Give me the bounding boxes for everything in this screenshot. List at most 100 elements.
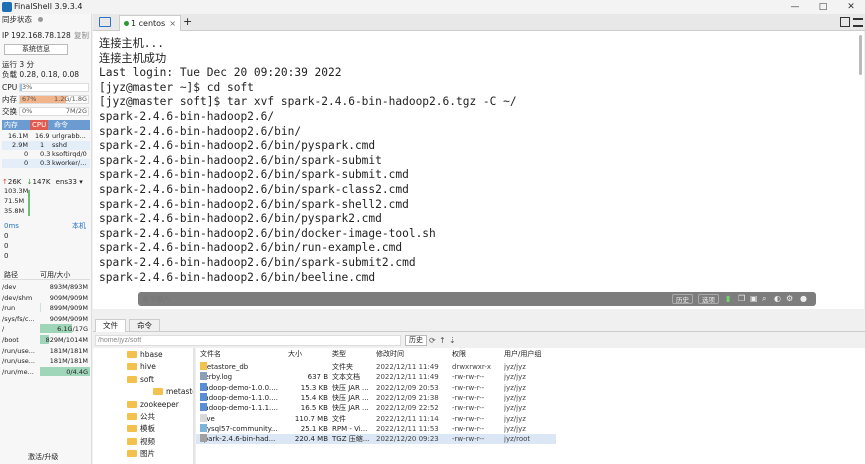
maximize-button[interactable]: □ — [809, 0, 837, 14]
command-input[interactable] — [142, 293, 662, 305]
tree-node[interactable]: metastor — [153, 386, 193, 397]
process-row[interactable]: 16.1M 16.9 urlgrabb... — [2, 132, 90, 141]
col-filename[interactable]: 文件名 — [200, 350, 221, 359]
file-row[interactable]: mysql57-community... 25.1 KB RPM - Vi... 20… — [196, 423, 556, 434]
send-icon[interactable]: ▮ — [726, 295, 734, 303]
file-row[interactable]: hive 110.7 MB 文件 2022/12/11 11:14 -rw-rw-r--… — [196, 413, 556, 424]
folder-icon — [127, 413, 137, 420]
copy-icon[interactable]: ❐ — [738, 295, 746, 303]
connected-status-icon — [124, 21, 129, 26]
zoom-icon[interactable]: ◐ — [774, 295, 782, 303]
terminal-line: spark-2.4.6-bin-hadoop2.6/bin/pyspark2.c… — [99, 212, 382, 226]
file-mtime: 2022/12/09 22:52 — [376, 404, 439, 413]
folder-icon[interactable] — [99, 17, 111, 27]
tree-node[interactable]: 图片 — [127, 448, 155, 459]
file-type: 快压 JAR ... — [332, 393, 369, 402]
terminal-lines: 连接主机... 连接主机成功 Last login: Tue Dec 20 09:2… — [99, 37, 517, 285]
file-owner: jyz/jyz — [504, 373, 526, 382]
folder-icon — [127, 437, 137, 445]
col-type[interactable]: 类型 — [332, 350, 346, 359]
terminal-line: spark-2.4.6-bin-hadoop2.6/bin/spark-shel… — [99, 197, 409, 211]
tab-centos[interactable]: 1 centos × — [119, 15, 181, 31]
proc-col-cpu[interactable]: CPU — [30, 120, 49, 130]
file-row[interactable]: spark-2.4.6-bin-had... 220.4 MB TGZ 压缩... 2… — [196, 434, 556, 445]
search-icon[interactable]: ⌕ — [762, 295, 770, 303]
paste-icon[interactable]: ▣ — [750, 295, 758, 303]
up-arrow-icon[interactable]: ↑ — [439, 335, 446, 346]
tree-node[interactable]: soft — [127, 374, 154, 385]
process-row[interactable]: 2.9M 1 sshd — [2, 141, 90, 150]
activate-upgrade-link[interactable]: 激活/升级 — [28, 452, 58, 462]
command-history-button[interactable]: 历史 — [672, 294, 693, 304]
add-tab-button[interactable]: + — [183, 15, 192, 29]
tab-files[interactable]: 文件 — [95, 319, 126, 332]
path-history-button[interactable]: 历史 — [405, 335, 427, 346]
col-owner[interactable]: 用户/用户组 — [504, 350, 541, 359]
disk-row[interactable]: /dev/shm 909M/909M — [2, 292, 90, 303]
col-mtime[interactable]: 修改时间 — [376, 350, 404, 359]
tree-node[interactable]: zookeeper — [127, 399, 179, 410]
file-row[interactable]: hadoop-demo-1.0.0.... 15.3 KB 快压 JAR ... 20… — [196, 382, 556, 393]
file-row[interactable]: derby.log 637 B 文本文档 2022/12/11 11:49 -rw-rw… — [196, 372, 556, 382]
file-row[interactable]: metastore_db 文件夹 2022/12/11 11:49 drwxrwxr-… — [196, 362, 556, 372]
file-owner: jyz/jyz — [504, 414, 526, 423]
disk-row[interactable]: / 6.1G/17G — [2, 324, 90, 334]
path-input[interactable] — [95, 335, 401, 346]
tree-node[interactable]: 模板 — [127, 423, 155, 434]
disk-row[interactable]: /run/use... 181M/181M — [2, 345, 90, 356]
col-permission[interactable]: 权限 — [452, 350, 466, 359]
col-size[interactable]: 大小 — [288, 350, 302, 359]
process-row[interactable]: 0 0.3 kworker/... — [2, 159, 90, 168]
file-file-icon — [200, 413, 207, 422]
tab-commands[interactable]: 命令 — [129, 319, 160, 332]
tree-node-label: metastor — [166, 387, 193, 397]
file-perm: -rw-rw-r-- — [452, 424, 485, 433]
ping-host-select[interactable]: 本机 — [72, 221, 86, 231]
disk-row[interactable]: /run/use... 181M/181M — [2, 356, 90, 366]
command-options-button[interactable]: 选项 — [698, 294, 719, 304]
proc-col-cmd[interactable]: 命令 — [52, 120, 70, 130]
system-info-button[interactable]: 系统信息 — [4, 44, 68, 55]
minimize-button[interactable]: — — [781, 0, 809, 14]
terminal-line: spark-2.4.6-bin-hadoop2.6/bin/run-exampl… — [99, 241, 403, 255]
close-tab-icon[interactable]: × — [169, 16, 176, 31]
proc-col-mem[interactable]: 内存 — [2, 120, 20, 130]
tree-node[interactable]: hive — [127, 361, 156, 372]
file-panel-tabs: 文件 命令 — [93, 318, 865, 332]
refresh-icon[interactable]: ⟳ — [429, 335, 436, 346]
disk-row[interactable]: /dev 893M/893M — [2, 282, 90, 292]
download-icon[interactable]: ⇣ — [449, 335, 456, 346]
disk-col-size[interactable]: 可用/大小 — [40, 270, 70, 280]
disk-row[interactable]: /run/me... 0/4.4G — [2, 366, 90, 377]
network-interface-select[interactable]: ens33 — [56, 178, 77, 186]
mem-label: 内存 — [2, 95, 17, 104]
folder-icon — [127, 375, 137, 383]
tree-node[interactable]: hbase — [127, 349, 163, 360]
tree-node[interactable]: 公共 — [127, 411, 155, 422]
more-icon[interactable]: ● — [800, 295, 808, 303]
tree-node-label: 模板 — [140, 424, 155, 434]
file-row[interactable]: hadoop-demo-1.1.1.... 16.5 KB 快压 JAR ... 20… — [196, 403, 556, 413]
grid-view-icon[interactable] — [840, 17, 850, 27]
tree-node[interactable]: 视频 — [127, 436, 155, 447]
disk-path: /run/use... — [2, 357, 35, 366]
list-view-icon[interactable] — [853, 18, 863, 27]
disk-col-path[interactable]: 路径 — [4, 270, 18, 280]
gear-icon[interactable]: ⚙ — [786, 295, 794, 303]
file-perm: -rw-rw-r-- — [452, 404, 485, 413]
panel-divider[interactable] — [193, 348, 195, 464]
folder-icon — [127, 351, 137, 358]
terminal-scrollbar[interactable] — [859, 35, 862, 75]
disk-row[interactable]: /sys/fs/c... 909M/909M — [2, 313, 90, 324]
terminal-line: spark-2.4.6-bin-hadoop2.6/bin/spark-subm… — [99, 168, 409, 182]
process-row[interactable]: 0 0.3 ksoftirqd/0 — [2, 150, 90, 159]
disk-row[interactable]: /boot 829M/1014M — [2, 335, 90, 345]
terminal-output[interactable]: 连接主机... 连接主机成功 Last login: Tue Dec 20 09:2… — [93, 31, 864, 309]
file-row[interactable]: hadoop-demo-1.1.0.... 15.4 KB 快压 JAR ... 20… — [196, 392, 556, 403]
copy-ip-button[interactable]: 复制 — [74, 31, 89, 41]
network-graph — [28, 190, 30, 216]
disk-row[interactable]: /run 899M/909M — [2, 303, 90, 313]
close-window-button[interactable]: ✕ — [837, 0, 865, 14]
file-mtime: 2022/12/20 09:23 — [376, 435, 439, 444]
file-size: 15.3 KB — [300, 383, 328, 392]
